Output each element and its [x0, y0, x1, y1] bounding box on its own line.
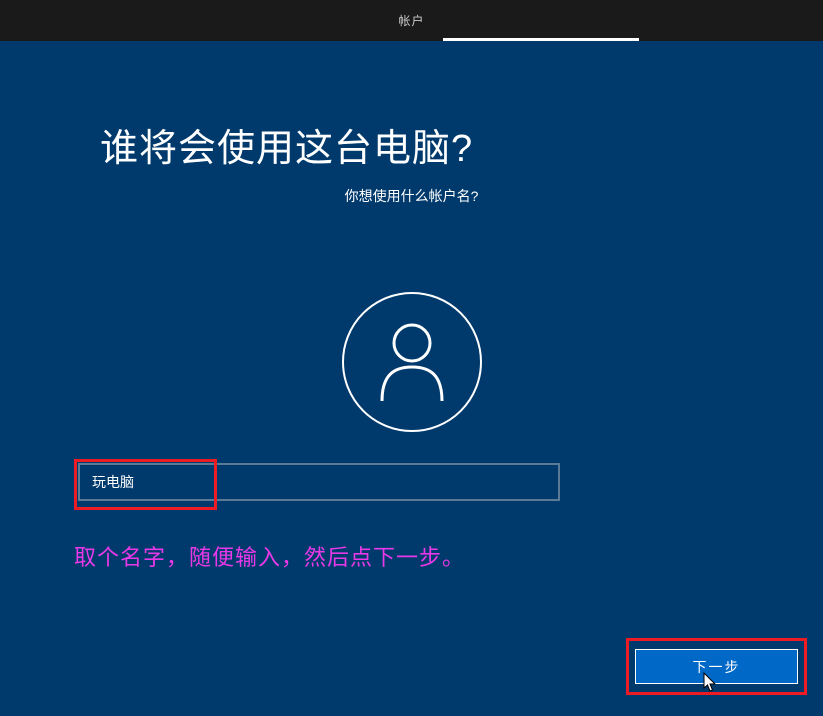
next-button[interactable]: 下一步: [635, 649, 798, 684]
tab-title: 帐户: [398, 12, 424, 29]
user-icon: [378, 323, 446, 401]
username-input[interactable]: [78, 463, 560, 501]
tab-underline: [443, 38, 639, 41]
user-avatar-placeholder: [342, 292, 482, 432]
instruction-annotation: 取个名字，随便输入，然后点下一步。: [74, 540, 465, 572]
page-subtitle: 你想使用什么帐户名?: [0, 186, 823, 206]
top-bar: 帐户: [0, 0, 823, 41]
next-button-highlight-annotation: 下一步: [626, 638, 807, 695]
username-input-area: [78, 463, 560, 501]
setup-content: 谁将会使用这台电脑? 你想使用什么帐户名?: [0, 41, 823, 432]
page-title: 谁将会使用这台电脑?: [100, 117, 823, 172]
